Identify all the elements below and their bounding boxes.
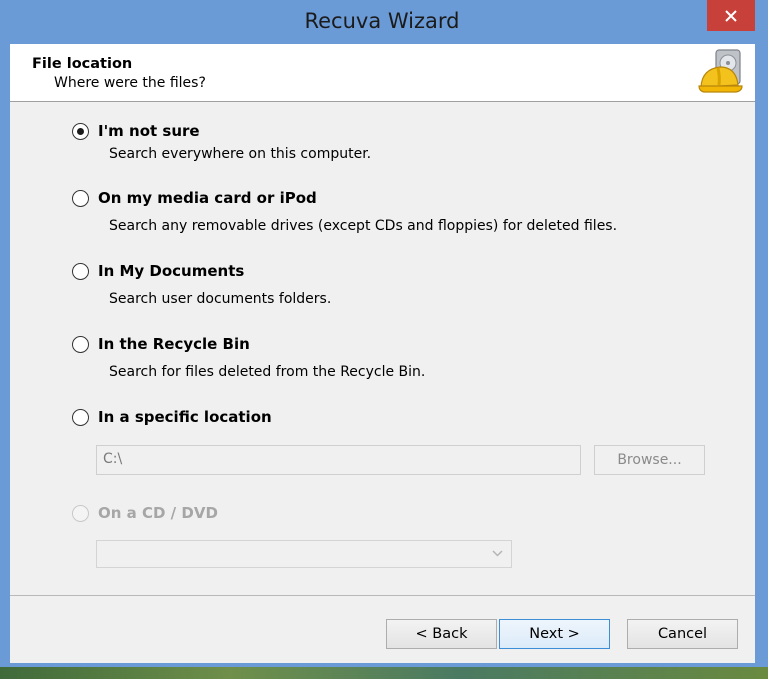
cd-drive-select[interactable] <box>96 540 512 568</box>
next-button[interactable]: Next > <box>499 619 610 649</box>
recuva-wizard-window: Recuva Wizard File location Where were t… <box>0 0 768 668</box>
title-bar[interactable]: Recuva Wizard <box>0 0 768 44</box>
radio-media-card[interactable] <box>72 190 89 207</box>
desktop-background <box>0 667 768 679</box>
hard-hat-drive-icon <box>698 49 743 93</box>
radio-recycle-bin[interactable] <box>72 336 89 353</box>
radio-my-documents[interactable] <box>72 263 89 280</box>
header-subtitle: Where were the files? <box>54 75 206 91</box>
location-path-field[interactable]: C:\ <box>96 445 581 475</box>
radio-cd-dvd[interactable] <box>72 505 89 522</box>
back-button[interactable]: < Back <box>386 619 497 649</box>
radio-specific-location[interactable] <box>72 409 89 426</box>
option-recycle-bin-description: Search for files deleted from the Recycl… <box>109 364 426 380</box>
close-button[interactable] <box>707 0 755 31</box>
header-title: File location <box>32 56 133 72</box>
cancel-button[interactable]: Cancel <box>627 619 738 649</box>
option-my-documents-description: Search user documents folders. <box>109 291 332 307</box>
window-title: Recuva Wizard <box>304 9 460 33</box>
option-not-sure-label[interactable]: I'm not sure <box>98 122 200 140</box>
radio-not-sure[interactable] <box>72 123 89 140</box>
option-specific-location-label[interactable]: In a specific location <box>98 408 272 426</box>
option-not-sure-description: Search everywhere on this computer. <box>109 146 372 162</box>
footer-divider <box>10 595 755 596</box>
option-media-card-description: Search any removable drives (except CDs … <box>109 218 618 234</box>
chevron-down-icon <box>492 550 503 557</box>
option-my-documents-label[interactable]: In My Documents <box>98 262 244 280</box>
browse-button[interactable]: Browse... <box>594 445 705 475</box>
option-cd-dvd-label[interactable]: On a CD / DVD <box>98 504 218 522</box>
close-icon <box>725 9 737 22</box>
option-recycle-bin-label[interactable]: In the Recycle Bin <box>98 335 250 353</box>
wizard-client-area: File location Where were the files? I'm … <box>10 44 755 663</box>
option-media-card-label[interactable]: On my media card or iPod <box>98 189 317 207</box>
wizard-header: File location Where were the files? <box>10 44 755 102</box>
